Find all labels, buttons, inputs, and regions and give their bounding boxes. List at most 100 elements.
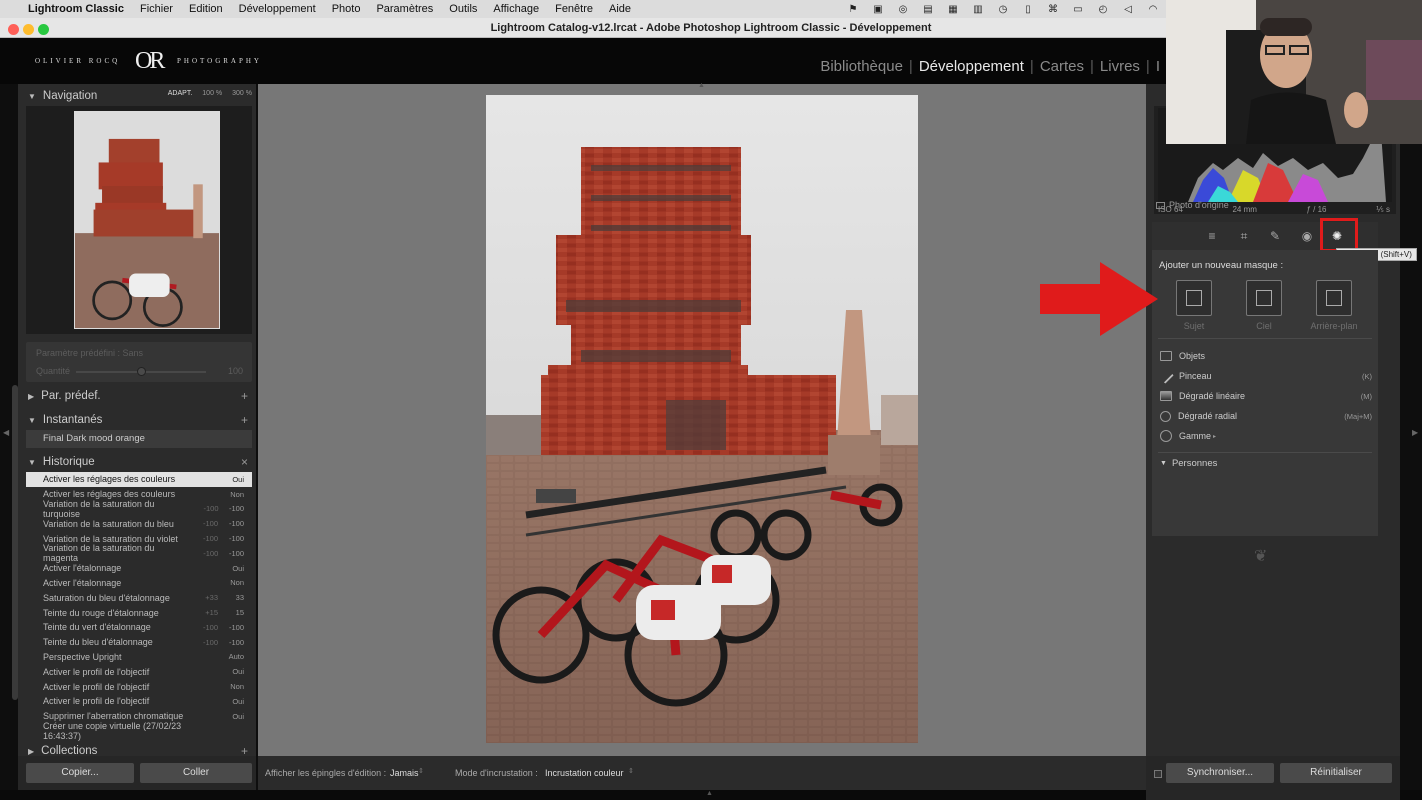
mask-objects[interactable]: Objets xyxy=(1160,346,1372,366)
add-preset-icon[interactable]: + xyxy=(241,389,248,403)
collapse-triangle-icon[interactable]: ▼ xyxy=(28,458,36,467)
history-row[interactable]: Activer le profil de l'objectif Oui xyxy=(26,694,252,709)
menu-edition[interactable]: Edition xyxy=(181,3,231,15)
menu-affichage[interactable]: Affichage xyxy=(485,3,547,15)
auto-sync-switch[interactable] xyxy=(1154,770,1162,778)
dropdown-arrows-icon[interactable]: ⇕ xyxy=(628,767,634,775)
select-sky-button[interactable] xyxy=(1246,280,1282,316)
menu-aide[interactable]: Aide xyxy=(601,3,639,15)
dropdown-arrows-icon[interactable]: ⇕ xyxy=(418,767,424,775)
navigator-title: Navigation xyxy=(42,90,98,102)
overlay-mode-label: Mode d'incrustation : xyxy=(455,768,538,778)
amount-slider-knob[interactable] xyxy=(137,367,146,376)
status-icon[interactable]: ▤ xyxy=(921,4,935,15)
expand-triangle-icon[interactable]: ▶ xyxy=(28,392,34,401)
history-row[interactable]: Créer une copie virtuelle (27/02/23 16:4… xyxy=(26,721,252,741)
select-background-button[interactable] xyxy=(1316,280,1352,316)
right-panel-toggle-icon[interactable]: ▶ xyxy=(1412,428,1418,437)
menu-parametres[interactable]: Paramètres xyxy=(368,3,441,15)
snapshot-item[interactable]: Final Dark mood orange xyxy=(26,430,252,448)
reset-button[interactable]: Réinitialiser xyxy=(1280,763,1392,783)
top-panel-toggle-icon[interactable]: ▲ xyxy=(698,82,705,89)
mask-brush[interactable]: Pinceau (K) xyxy=(1158,366,1372,386)
copy-settings-button[interactable]: Copier... xyxy=(26,763,134,783)
window-titlebar: Lightroom Catalog-v12.lrcat - Adobe Phot… xyxy=(0,18,1166,38)
mask-radial-gradient[interactable]: Dégradé radial (Maj+M) xyxy=(1160,406,1372,426)
collapse-triangle-icon[interactable]: ▼ xyxy=(28,416,36,425)
status-icon[interactable]: ▥ xyxy=(971,4,985,15)
display-icon[interactable]: ▭ xyxy=(1071,4,1085,15)
history-after-value: Oui xyxy=(232,474,244,484)
status-icon[interactable]: ▣ xyxy=(871,4,885,15)
original-photo-toggle[interactable]: Photo d'origine xyxy=(1156,200,1229,210)
status-icon[interactable]: ◴ xyxy=(1096,4,1110,15)
module-bibliotheque[interactable]: Bibliothèque xyxy=(814,58,909,75)
history-before-value: +15 xyxy=(205,608,218,618)
volume-icon[interactable]: ◁ xyxy=(1121,4,1135,15)
checkbox-icon[interactable] xyxy=(1156,201,1165,209)
module-cartes[interactable]: Cartes xyxy=(1034,58,1090,75)
module-developpement[interactable]: Développement xyxy=(913,58,1030,75)
status-icon[interactable]: ▦ xyxy=(946,4,960,15)
select-subject-button[interactable] xyxy=(1176,280,1212,316)
history-row[interactable]: Teinte du vert d'étalonnage -100 -100 xyxy=(26,620,252,635)
left-panel-toggle-icon[interactable]: ◀ xyxy=(3,428,9,437)
mask-tool-highlight xyxy=(1320,218,1358,252)
mask-linear-gradient[interactable]: Dégradé linéaire (M) xyxy=(1160,386,1372,406)
presets-header[interactable]: ▶ Par. prédef. + xyxy=(18,386,256,406)
divider xyxy=(1158,338,1372,339)
history-row[interactable]: Activer le profil de l'objectif Non xyxy=(26,679,252,694)
status-icon[interactable]: ◎ xyxy=(896,4,910,15)
snapshots-header[interactable]: ▼ Instantanés + xyxy=(18,410,256,430)
zoom-fit[interactable]: ADAPT. xyxy=(168,90,193,97)
menu-fichier[interactable]: Fichier xyxy=(132,3,181,15)
main-image-area: ▲ xyxy=(258,82,1146,756)
history-row[interactable]: Variation de la saturation du bleu -100 -1… xyxy=(26,516,252,531)
clear-history-icon[interactable]: × xyxy=(241,455,248,469)
history-row[interactable]: Saturation du bleu d'étalonnage +33 33 xyxy=(26,590,252,605)
collapse-triangle-icon[interactable]: ▼ xyxy=(1160,460,1167,467)
filmstrip-toggle-icon[interactable]: ▲ xyxy=(706,790,713,797)
menu-developpement[interactable]: Développement xyxy=(231,3,324,15)
history-row[interactable]: Activer les réglages des couleurs Oui xyxy=(26,472,252,487)
zoom-100[interactable]: 100 % xyxy=(202,90,222,97)
menu-outils[interactable]: Outils xyxy=(441,3,485,15)
history-row[interactable]: Teinte du rouge d'étalonnage +15 15 xyxy=(26,605,252,620)
add-snapshot-icon[interactable]: + xyxy=(241,413,248,427)
menu-photo[interactable]: Photo xyxy=(324,3,369,15)
heal-icon[interactable]: ✎ xyxy=(1267,228,1283,244)
zoom-300[interactable]: 300 % xyxy=(232,90,252,97)
expand-triangle-icon[interactable]: ▶ xyxy=(28,747,34,756)
sliders-icon[interactable]: ≡ xyxy=(1204,228,1220,244)
history-row[interactable]: Teinte du bleu d'étalonnage -100 -100 xyxy=(26,635,252,650)
collapse-triangle-icon[interactable]: ▼ xyxy=(28,92,36,101)
history-row[interactable]: Variation de la saturation du magenta -10… xyxy=(26,543,252,563)
people-section-header[interactable]: ▼ Personnes xyxy=(1160,458,1217,469)
mask-brush-label: Pinceau xyxy=(1179,371,1212,381)
module-livres[interactable]: Livres xyxy=(1094,58,1146,75)
history-row[interactable]: Variation de la saturation du turquoise -… xyxy=(26,499,252,519)
edit-pins-select[interactable]: Jamais xyxy=(390,768,419,778)
module-more[interactable]: I xyxy=(1150,58,1166,75)
status-icon[interactable]: ▯ xyxy=(1021,4,1035,15)
menu-app-name[interactable]: Lightroom Classic xyxy=(20,3,132,15)
history-row[interactable]: Activer l'étalonnage Non xyxy=(26,576,252,591)
wifi-icon[interactable]: ◠ xyxy=(1146,4,1160,15)
clock-icon[interactable]: ◷ xyxy=(996,4,1010,15)
synchronize-button[interactable]: Synchroniser... xyxy=(1166,763,1274,783)
status-icon[interactable]: ⚑ xyxy=(846,4,860,15)
paste-settings-button[interactable]: Coller xyxy=(140,763,252,783)
menu-fenetre[interactable]: Fenêtre xyxy=(547,3,601,15)
history-row[interactable]: Perspective Upright Auto xyxy=(26,650,252,665)
history-header[interactable]: ▼ Historique × xyxy=(18,452,256,472)
history-after-value: -100 xyxy=(228,519,244,529)
crop-icon[interactable]: ⌗ xyxy=(1236,228,1252,244)
main-photo[interactable] xyxy=(486,95,918,743)
navigator-thumbnail[interactable] xyxy=(74,111,220,329)
mask-range[interactable]: Gamme ▸ xyxy=(1160,426,1372,446)
history-row[interactable]: Activer le profil de l'objectif Oui xyxy=(26,664,252,679)
history-after-value: Oui xyxy=(232,563,244,573)
red-eye-icon[interactable]: ◉ xyxy=(1299,228,1315,244)
status-icon[interactable]: ⌘ xyxy=(1046,4,1060,15)
overlay-mode-select[interactable]: Incrustation couleur xyxy=(545,768,624,778)
